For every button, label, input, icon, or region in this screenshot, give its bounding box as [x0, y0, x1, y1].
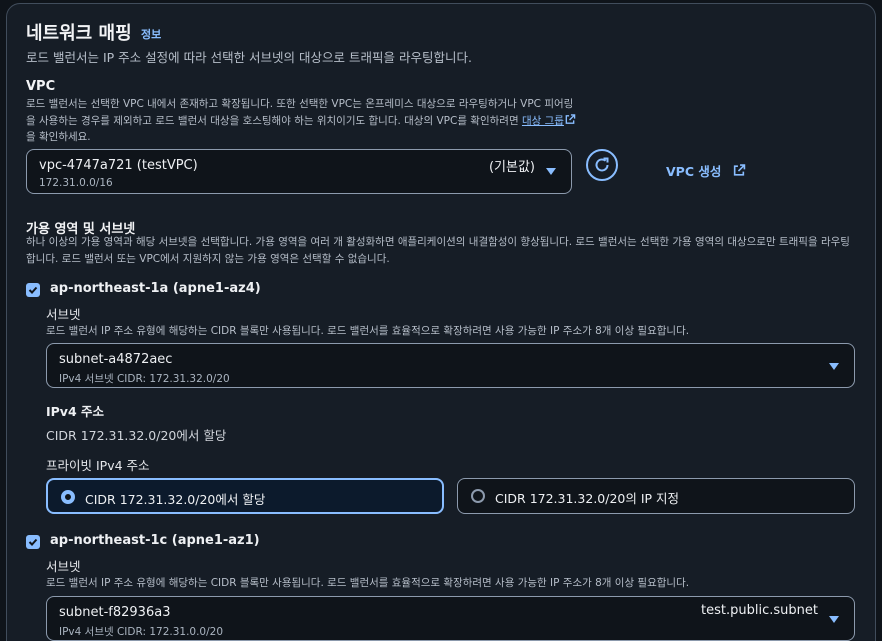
subnet-label: 서브넷	[46, 307, 81, 322]
vpc-default-tag: (기본값)	[488, 160, 535, 175]
vpc-selected-cidr: 172.31.0.0/16	[39, 177, 113, 189]
az-1a-label: ap-northeast-1a (apne1-az4)	[50, 281, 261, 296]
subnet-select-1a[interactable]: subnet-a4872aec IPv4 서브넷 CIDR: 172.31.32…	[46, 343, 855, 388]
radio-selected-icon	[61, 490, 75, 504]
vpc-select[interactable]: vpc-4747a721 (testVPC) 172.31.0.0/16 (기본…	[26, 149, 572, 194]
subnet-id: subnet-a4872aec	[59, 352, 173, 367]
subnet-name: test.public.subnet	[701, 603, 818, 618]
refresh-icon	[595, 157, 609, 172]
az-1c-label: ap-northeast-1c (apne1-az1)	[50, 533, 260, 548]
section-title: 네트워크 매핑	[26, 23, 132, 44]
specify-ip-option[interactable]: CIDR 172.31.32.0/20의 IP 지정	[457, 478, 855, 514]
checkmark-icon	[28, 538, 38, 546]
vpc-selected-value: vpc-4747a721 (testVPC)	[39, 158, 198, 173]
info-link[interactable]: 정보	[141, 26, 161, 42]
az-1c-checkbox[interactable]	[26, 535, 40, 549]
vpc-label: VPC	[26, 79, 56, 94]
target-group-link[interactable]: 대상 그룹	[522, 115, 564, 127]
radio-unselected-icon	[471, 489, 485, 503]
az-1a-checkbox[interactable]	[26, 283, 40, 297]
subnet-cidr: IPv4 서브넷 CIDR: 172.31.32.0/20	[59, 373, 230, 385]
chevron-down-icon	[829, 363, 839, 370]
create-vpc-label: VPC 생성	[666, 164, 722, 179]
subnet-select-1c[interactable]: subnet-f82936a3 IPv4 서브넷 CIDR: 172.31.0.…	[46, 596, 855, 641]
subnet-id: subnet-f82936a3	[59, 605, 171, 620]
chevron-down-icon	[829, 616, 839, 623]
section-description: 로드 밸런서는 IP 주소 설정에 따라 선택한 서브넷의 대상으로 트래픽을 …	[26, 50, 472, 65]
ipv4-label: IPv4 주소	[46, 404, 105, 419]
vpc-description: 로드 밸런서는 선택한 VPC 내에서 존재하고 확장됩니다. 또한 선택한 V…	[26, 96, 582, 146]
create-vpc-link[interactable]: VPC 생성	[666, 161, 746, 180]
external-link-icon	[565, 113, 576, 124]
subnet-description: 로드 밸런서 IP 주소 유형에 해당하는 CIDR 블록만 사용됩니다. 로드…	[46, 577, 690, 589]
az-description: 하나 이상의 가용 영역과 해당 서브넷을 선택합니다. 가용 영역을 여러 개…	[26, 236, 850, 265]
private-ipv4-label: 프라이빗 IPv4 주소	[46, 458, 150, 473]
subnet-description: 로드 밸런서 IP 주소 유형에 해당하는 CIDR 블록만 사용됩니다. 로드…	[46, 325, 690, 337]
external-link-icon	[734, 164, 746, 176]
specify-ip-label: CIDR 172.31.32.0/20의 IP 지정	[495, 491, 680, 506]
checkmark-icon	[28, 286, 38, 294]
subnet-cidr: IPv4 서브넷 CIDR: 172.31.0.0/20	[59, 626, 224, 638]
refresh-button[interactable]	[586, 149, 618, 181]
assign-from-cidr-label: CIDR 172.31.32.0/20에서 할당	[85, 492, 266, 507]
assign-from-cidr-option[interactable]: CIDR 172.31.32.0/20에서 할당	[46, 478, 444, 514]
chevron-down-icon	[546, 168, 556, 175]
ipv4-value: CIDR 172.31.32.0/20에서 할당	[46, 428, 227, 443]
subnet-label: 서브넷	[46, 559, 81, 574]
